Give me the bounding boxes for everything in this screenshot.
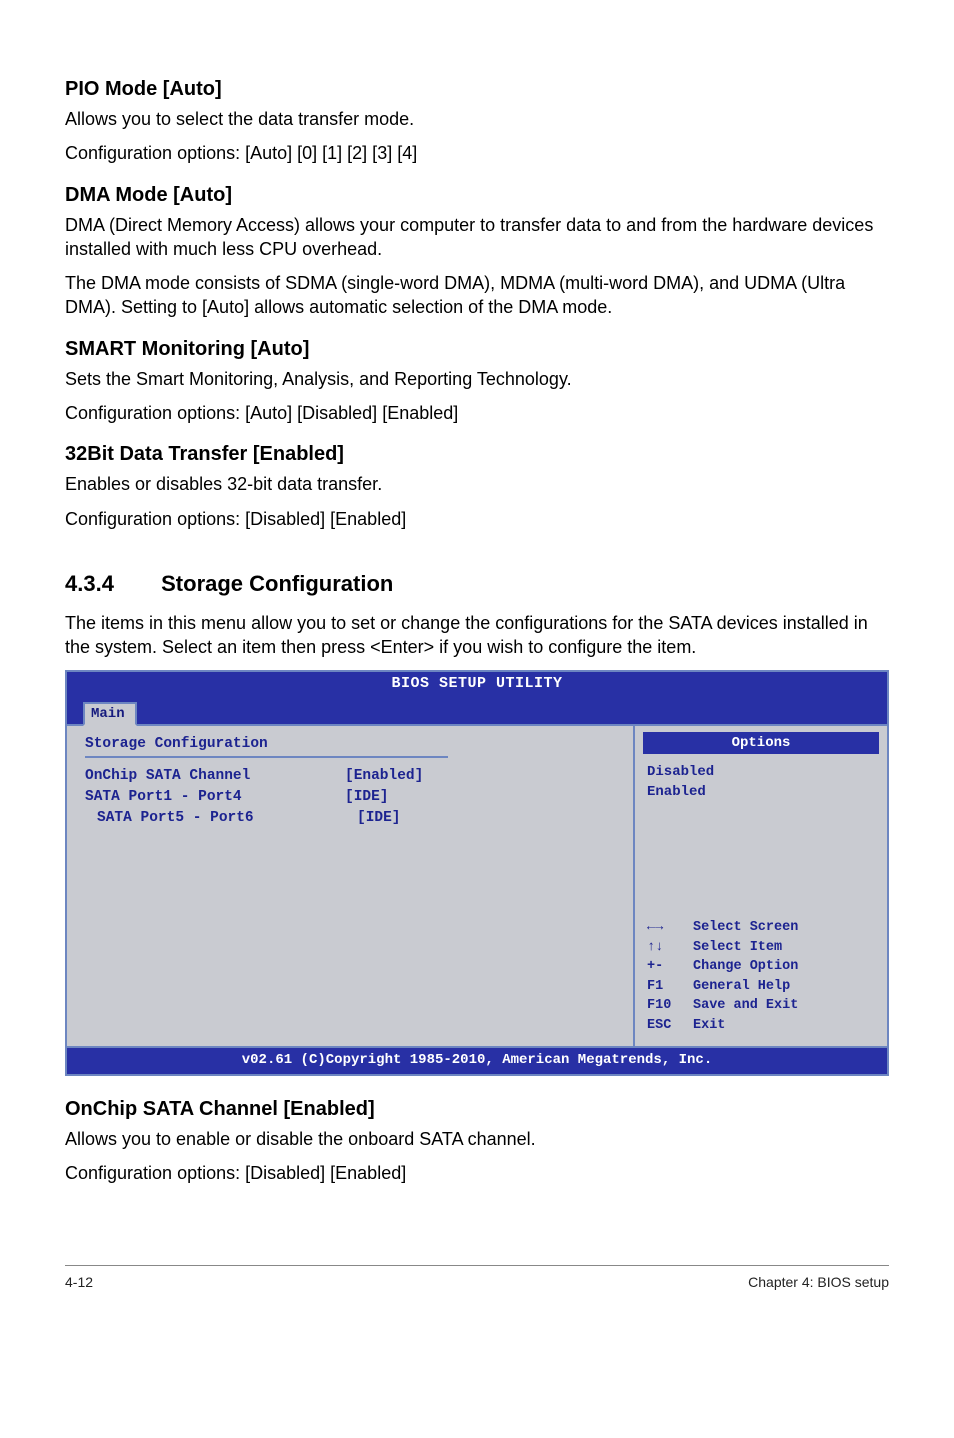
bios-row-onchip[interactable]: OnChip SATA Channel [Enabled] bbox=[85, 766, 619, 787]
chapter-label: Chapter 4: BIOS setup bbox=[748, 1274, 889, 1290]
bios-title: BIOS SETUP UTILITY bbox=[391, 675, 562, 692]
onchip-opts: Configuration options: [Disabled] [Enabl… bbox=[65, 1161, 889, 1185]
key-f1: F1 bbox=[647, 977, 693, 997]
bios-footer: v02.61 (C)Copyright 1985-2010, American … bbox=[67, 1046, 887, 1074]
page-footer: 4-12 Chapter 4: BIOS setup bbox=[65, 1265, 889, 1290]
bios-row-port1-4[interactable]: SATA Port1 - Port4 [IDE] bbox=[85, 787, 619, 808]
key-desc: Exit bbox=[693, 1016, 725, 1036]
bios-titlebar: BIOS SETUP UTILITY bbox=[67, 670, 887, 700]
key-esc: ESC bbox=[647, 1016, 693, 1036]
storage-config-desc: The items in this menu allow you to set … bbox=[65, 611, 889, 660]
smart-heading: SMART Monitoring [Auto] bbox=[65, 338, 889, 361]
key-desc: General Help bbox=[693, 977, 790, 997]
bios-right-panel: Options Disabled Enabled ←→Select Screen… bbox=[633, 726, 887, 1046]
section-title: Storage Configuration bbox=[161, 571, 393, 596]
bios-tab-row: Main bbox=[67, 700, 887, 724]
storage-config-heading: 4.3.4 Storage Configuration bbox=[65, 571, 889, 597]
key-f10: F10 bbox=[647, 996, 693, 1016]
bios-row-label: SATA Port5 - Port6 bbox=[85, 808, 357, 829]
32bit-desc: Enables or disables 32-bit data transfer… bbox=[65, 472, 889, 496]
pio-mode-desc: Allows you to select the data transfer m… bbox=[65, 107, 889, 131]
key-desc: Save and Exit bbox=[693, 996, 798, 1016]
bios-row-port5-6[interactable]: SATA Port5 - Port6 [IDE] bbox=[85, 808, 619, 829]
pio-mode-opts: Configuration options: [Auto] [0] [1] [2… bbox=[65, 141, 889, 165]
section-number: 4.3.4 bbox=[65, 571, 155, 597]
bios-panel-title: Storage Configuration bbox=[85, 736, 448, 758]
bios-row-label: OnChip SATA Channel bbox=[85, 766, 345, 787]
bios-row-label: SATA Port1 - Port4 bbox=[85, 787, 345, 808]
key-desc: Select Screen bbox=[693, 918, 798, 938]
key-desc: Select Item bbox=[693, 938, 782, 958]
dma-mode-desc2: The DMA mode consists of SDMA (single-wo… bbox=[65, 271, 889, 320]
dma-mode-heading: DMA Mode [Auto] bbox=[65, 184, 889, 207]
bios-tab-main[interactable]: Main bbox=[83, 702, 137, 726]
onchip-desc: Allows you to enable or disable the onbo… bbox=[65, 1127, 889, 1151]
key-arrows-ud: ↑↓ bbox=[647, 938, 693, 958]
option-enabled[interactable]: Enabled bbox=[647, 782, 875, 802]
page-number: 4-12 bbox=[65, 1274, 93, 1290]
onchip-heading: OnChip SATA Channel [Enabled] bbox=[65, 1098, 889, 1121]
bios-help-keys: ←→Select Screen ↑↓Select Item +-Change O… bbox=[647, 918, 875, 1035]
smart-desc: Sets the Smart Monitoring, Analysis, and… bbox=[65, 367, 889, 391]
option-disabled[interactable]: Disabled bbox=[647, 762, 875, 782]
key-desc: Change Option bbox=[693, 957, 798, 977]
bios-window: BIOS SETUP UTILITY Main Storage Configur… bbox=[65, 670, 889, 1076]
bios-row-value: [Enabled] bbox=[345, 766, 423, 787]
bios-row-value: [IDE] bbox=[357, 808, 401, 829]
key-plusminus: +- bbox=[647, 957, 693, 977]
bios-row-value: [IDE] bbox=[345, 787, 389, 808]
dma-mode-desc1: DMA (Direct Memory Access) allows your c… bbox=[65, 213, 889, 262]
key-arrows-lr: ←→ bbox=[647, 918, 693, 938]
32bit-opts: Configuration options: [Disabled] [Enabl… bbox=[65, 507, 889, 531]
bios-left-panel: Storage Configuration OnChip SATA Channe… bbox=[67, 726, 633, 1046]
options-title: Options bbox=[643, 732, 879, 754]
32bit-heading: 32Bit Data Transfer [Enabled] bbox=[65, 443, 889, 466]
smart-opts: Configuration options: [Auto] [Disabled]… bbox=[65, 401, 889, 425]
pio-mode-heading: PIO Mode [Auto] bbox=[65, 78, 889, 101]
